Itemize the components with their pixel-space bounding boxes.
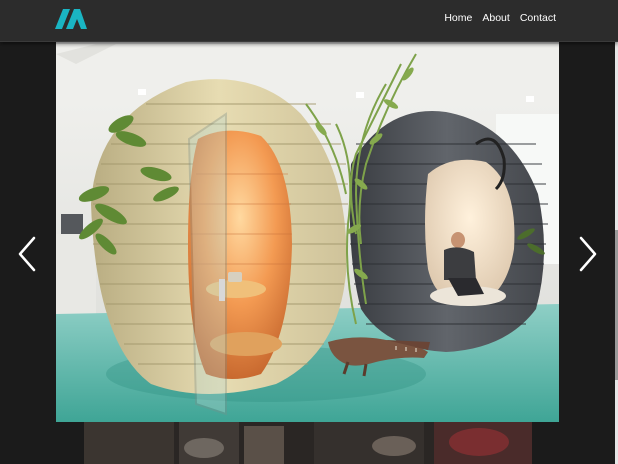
navbar: Home About Contact: [0, 0, 618, 42]
chevron-right-icon[interactable]: [575, 234, 599, 274]
brand-logo-icon[interactable]: [55, 9, 89, 29]
nav-link-contact[interactable]: Contact: [520, 12, 556, 24]
nav-link-home[interactable]: Home: [444, 12, 472, 24]
next-slide-edge: [84, 422, 532, 464]
chevron-left-icon[interactable]: [16, 234, 40, 274]
nav-link-about[interactable]: About: [482, 12, 509, 24]
nav-links: Home About Contact: [444, 12, 556, 24]
slide-photo: [56, 44, 559, 422]
